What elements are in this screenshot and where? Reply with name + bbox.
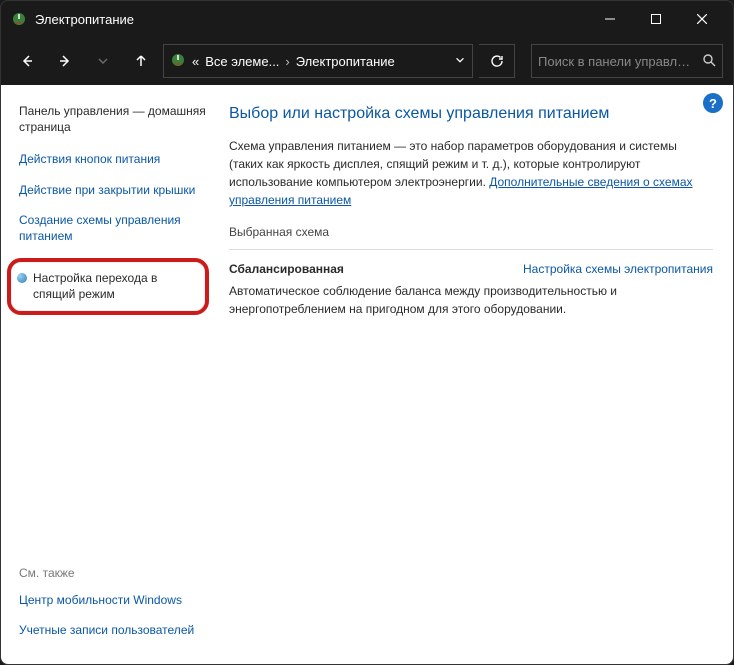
plan-description: Автоматическое соблюдение баланса между … <box>229 282 713 318</box>
navbar: « Все элеме... › Электропитание Поиск в … <box>1 37 733 85</box>
breadcrumb-item-1[interactable]: Все элеме... <box>205 54 279 69</box>
chevron-down-icon[interactable] <box>454 54 466 69</box>
sidebar: Панель управления — домашняя страница Де… <box>1 85 211 664</box>
breadcrumb-item-2[interactable]: Электропитание <box>296 54 395 69</box>
page-heading: Выбор или настройка схемы управления пит… <box>229 105 713 123</box>
search-placeholder: Поиск в панели управлен... <box>538 54 696 69</box>
main-panel: ? Выбор или настройка схемы управления п… <box>211 85 733 664</box>
window-title: Электропитание <box>35 12 587 27</box>
refresh-button[interactable] <box>479 44 515 78</box>
sidebar-link-create-plan[interactable]: Создание схемы управления питанием <box>19 212 207 244</box>
search-icon <box>702 53 716 70</box>
section-label: Выбранная схема <box>229 225 713 239</box>
page-description: Схема управления питанием — это набор па… <box>229 137 713 209</box>
power-icon <box>11 11 27 27</box>
search-input[interactable]: Поиск в панели управлен... <box>531 44 723 78</box>
help-icon[interactable]: ? <box>703 93 723 113</box>
maximize-button[interactable] <box>633 1 679 37</box>
window: Электропитание « Все элеме... › Электроп… <box>0 0 734 665</box>
chevron-right-icon: › <box>285 54 289 69</box>
minimize-button[interactable] <box>587 1 633 37</box>
power-plan-row: Сбалансированная Настройка схемы электро… <box>229 262 713 276</box>
sidebar-link-sleep-label: Настройка перехода в спящий режим <box>33 270 195 302</box>
titlebar: Электропитание <box>1 1 733 37</box>
sidebar-link-mobility[interactable]: Центр мобильности Windows <box>19 592 207 608</box>
sidebar-link-lid-action[interactable]: Действие при закрытии крышки <box>19 182 207 198</box>
breadcrumb-prefix: « <box>192 54 199 69</box>
close-button[interactable] <box>679 1 725 37</box>
sidebar-link-sleep-settings[interactable]: Настройка перехода в спящий режим <box>17 270 195 302</box>
plan-name: Сбалансированная <box>229 262 344 276</box>
sidebar-link-power-buttons[interactable]: Действия кнопок питания <box>19 151 207 167</box>
back-button[interactable] <box>11 45 43 77</box>
sidebar-link-accounts[interactable]: Учетные записи пользователей <box>19 622 207 638</box>
bullet-icon <box>17 273 27 283</box>
history-chevron-icon[interactable] <box>87 45 119 77</box>
plan-settings-link[interactable]: Настройка схемы электропитания <box>523 262 713 276</box>
see-also-label: См. также <box>19 566 207 580</box>
forward-button[interactable] <box>49 45 81 77</box>
highlight-annotation: Настройка перехода в спящий режим <box>7 258 209 314</box>
content-area: Панель управления — домашняя страница Де… <box>1 85 733 664</box>
breadcrumb[interactable]: « Все элеме... › Электропитание <box>163 44 473 78</box>
sidebar-home-link[interactable]: Панель управления — домашняя страница <box>19 103 207 135</box>
up-button[interactable] <box>125 45 157 77</box>
divider <box>229 249 713 250</box>
breadcrumb-icon <box>170 52 186 71</box>
